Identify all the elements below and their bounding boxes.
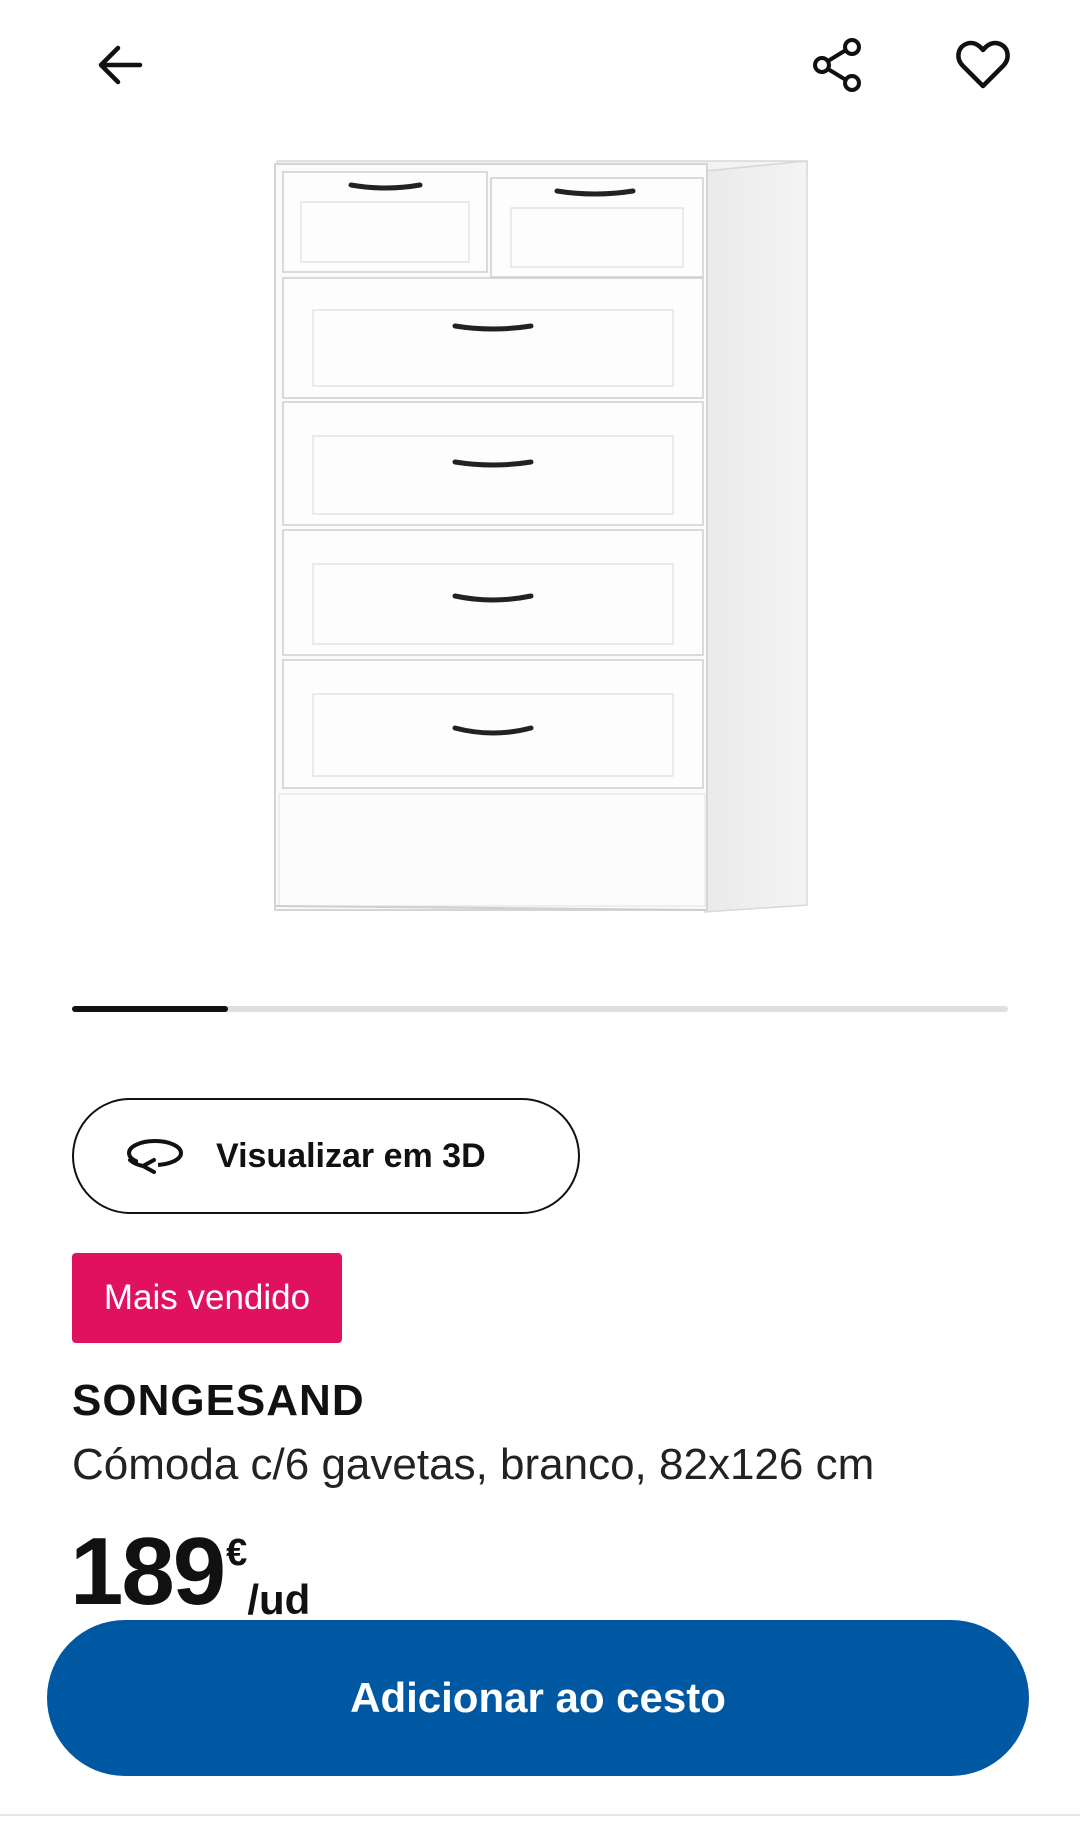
view-3d-button[interactable]: Visualizar em 3D xyxy=(72,1098,580,1214)
share-button[interactable] xyxy=(793,20,883,110)
add-to-cart-button[interactable]: Adicionar ao cesto xyxy=(47,1620,1029,1776)
heart-outline-icon xyxy=(956,40,1010,89)
divider xyxy=(0,1814,1080,1816)
view-3d-label: Visualizar em 3D xyxy=(216,1136,486,1175)
rotate-3d-icon xyxy=(124,1136,186,1176)
back-button[interactable] xyxy=(75,20,165,110)
price-unit: /ud xyxy=(247,1576,311,1623)
dresser-illustration xyxy=(274,160,808,913)
favourite-button[interactable] xyxy=(938,20,1028,110)
product-price: 189 € /ud xyxy=(70,1524,310,1624)
top-bar xyxy=(0,0,1080,140)
product-image-dresser[interactable] xyxy=(255,150,835,940)
best-seller-badge: Mais vendido xyxy=(72,1253,342,1343)
price-amount: 189 xyxy=(70,1518,226,1625)
carousel-progress xyxy=(72,1006,228,1012)
share-icon xyxy=(813,38,861,92)
price-currency: € xyxy=(226,1532,248,1574)
arrow-left-icon xyxy=(98,45,143,85)
product-description: Cómoda c/6 gavetas, branco, 82x126 cm xyxy=(72,1440,875,1489)
image-carousel-indicator[interactable] xyxy=(72,1006,1008,1012)
product-name: SONGESAND xyxy=(72,1376,365,1425)
